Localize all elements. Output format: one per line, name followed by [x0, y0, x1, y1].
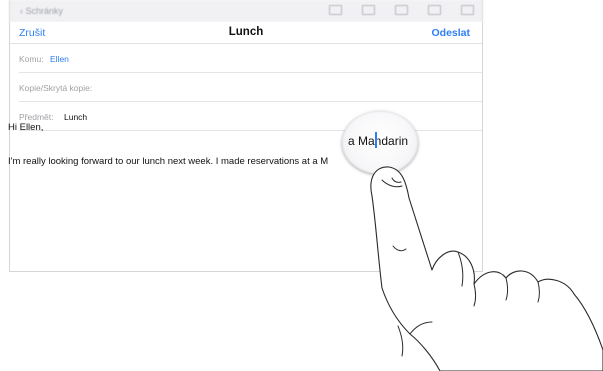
compose-title: Lunch: [228, 26, 264, 38]
background-back-button: ‹ Schránky: [20, 6, 64, 16]
to-recipient[interactable]: Ellen: [50, 54, 69, 64]
magnifier-text: a Mandarin: [348, 134, 409, 148]
cc-bcc-field[interactable]: Kopie/Skrytá kopie:: [19, 73, 482, 102]
subject-label: Předmět:: [19, 112, 54, 122]
text-cursor: [375, 132, 377, 148]
subject-value[interactable]: Lunch: [64, 112, 87, 122]
compose-navbar: Zrušit Lunch Odeslat: [10, 22, 482, 44]
flag-icon: [329, 5, 342, 15]
text-magnifier-loupe: a Mandarin: [342, 111, 418, 174]
trash-icon: [395, 5, 408, 15]
compose-icon: [461, 5, 474, 15]
folder-icon: [362, 5, 375, 15]
send-button[interactable]: Odeslat: [431, 27, 470, 39]
background-toolbar-icons: [329, 5, 474, 15]
cc-bcc-label: Kopie/Skrytá kopie:: [19, 83, 93, 93]
body-greeting: Hi Ellen,: [8, 122, 44, 133]
background-mail-toolbar: ‹ Schránky: [9, 0, 483, 22]
to-label: Komu:: [19, 54, 44, 64]
to-field[interactable]: Komu: Ellen: [19, 44, 482, 73]
reply-icon: [428, 5, 441, 15]
stage: ‹ Schránky Zrušit Lunch Odeslat Komu: El…: [0, 0, 603, 371]
body-paragraph: I'm really looking forward to our lunch …: [8, 156, 329, 167]
